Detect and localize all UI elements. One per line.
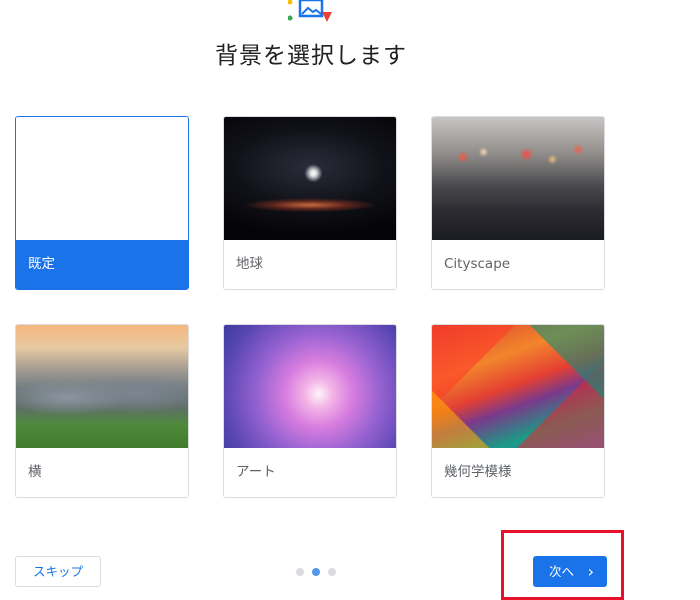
background-option-label: Cityscape [432, 240, 604, 289]
skip-button[interactable]: スキップ [15, 556, 101, 587]
background-option-label: 既定 [16, 240, 188, 289]
pagination-dot [296, 568, 304, 576]
pagination-dots [296, 568, 336, 576]
background-option-earth[interactable]: 地球 [223, 116, 397, 290]
background-option-cityscape[interactable]: Cityscape [431, 116, 605, 290]
background-thumbnail [16, 117, 188, 242]
next-button-label: 次へ [549, 564, 575, 579]
background-thumbnail [432, 117, 604, 242]
background-thumbnail [16, 325, 188, 450]
setup-page: 背景を選択します 既定 地球 Cityscape 横 アート 幾何学模様 スキッ… [0, 0, 700, 600]
pagination-dot-current [312, 568, 320, 576]
wallpaper-logo-icon [288, 0, 332, 22]
background-option-default[interactable]: 既定 [15, 116, 189, 290]
page-title: 背景を選択します [215, 43, 407, 69]
background-option-art[interactable]: アート [223, 324, 397, 498]
chevron-right-icon: › [587, 562, 594, 581]
background-thumbnail [432, 325, 604, 450]
background-option-label: アート [224, 448, 396, 497]
background-option-label: 横 [16, 448, 188, 497]
background-option-landscape[interactable]: 横 [15, 324, 189, 498]
background-option-label: 幾何学模様 [432, 448, 604, 497]
pagination-dot [328, 568, 336, 576]
next-button[interactable]: 次へ › [533, 556, 607, 587]
background-option-geometric[interactable]: 幾何学模様 [431, 324, 605, 498]
background-thumbnail [224, 325, 396, 450]
background-option-label: 地球 [224, 240, 396, 289]
background-thumbnail [224, 117, 396, 242]
